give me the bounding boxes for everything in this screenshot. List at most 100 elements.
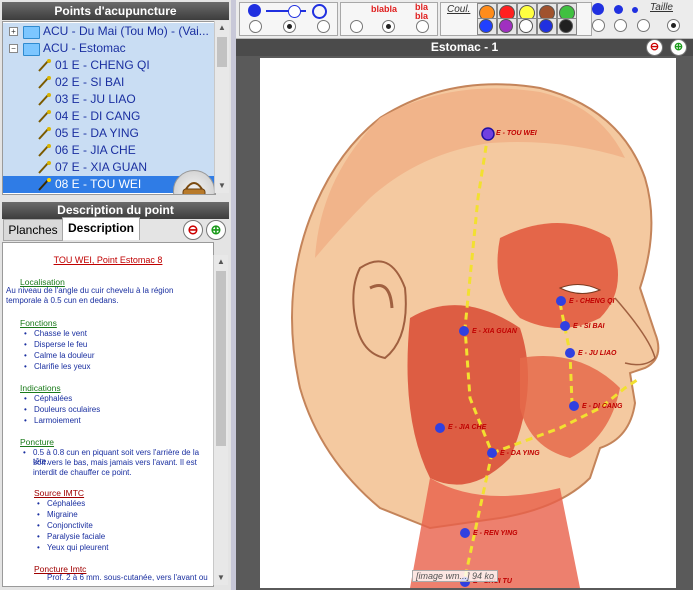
- tree-scrollbar[interactable]: ▲ ▼: [214, 21, 229, 193]
- tree-group-du-mai[interactable]: + ACU - Du Mai (Tou Mo) - (Vai...: [3, 23, 215, 40]
- point-style-filled[interactable]: [248, 4, 261, 17]
- point-label-ren-ying[interactable]: E - REN YING: [473, 530, 518, 537]
- left-panel: Points d'acupuncture + ACU - Du Mai (Tou…: [0, 0, 231, 590]
- localisation-text-1: Au niveau de l'angle du cuir chevelu à l…: [6, 286, 174, 295]
- acupuncture-tree[interactable]: + ACU - Du Mai (Tou Mo) - (Vai... − ACU …: [2, 21, 216, 195]
- anatomy-canvas[interactable]: E - TOU WEI E - XIA GUAN E - CHENG QI E …: [260, 58, 676, 588]
- text-sample-small: blabla: [371, 4, 398, 14]
- tree-item-label: 06 E - JIA CHE: [55, 143, 136, 157]
- color-group: Coul.: [440, 2, 592, 36]
- point-label-tou-wei[interactable]: E - TOU WEI: [496, 130, 537, 137]
- folder-open-icon: [23, 43, 40, 56]
- size-dot-medium[interactable]: [614, 5, 623, 14]
- needle-icon: [38, 178, 51, 191]
- tree-item-point-03[interactable]: 03 E - JU LIAO: [3, 91, 215, 108]
- scroll-up-icon[interactable]: ▲: [215, 21, 229, 35]
- swatch-box-6[interactable]: [477, 18, 497, 35]
- tree-item-point-06[interactable]: 06 E - JIA CHE: [3, 142, 215, 159]
- size-label: Taille: [650, 2, 673, 13]
- indications-title: Indications: [20, 383, 61, 393]
- drawing-toolbar: blabla bla bla Coul. Taille: [236, 0, 693, 39]
- text-radio-1[interactable]: [350, 20, 363, 33]
- tree-item-point-05[interactable]: 05 E - DA YING: [3, 125, 215, 142]
- needle-icon: [38, 161, 51, 174]
- point-style-ring[interactable]: [288, 5, 301, 18]
- view-zoom-in-button[interactable]: ⊕: [670, 39, 687, 56]
- scroll-down-icon[interactable]: ▼: [214, 571, 228, 585]
- swatch-box-9[interactable]: [537, 18, 557, 35]
- needle-icon: [38, 59, 51, 72]
- fonctions-title: Fonctions: [20, 318, 57, 328]
- source-item: Yeux qui pleurent: [37, 543, 108, 552]
- needle-icon: [38, 76, 51, 89]
- size-radio-4[interactable]: [667, 19, 680, 32]
- zoom-in-button[interactable]: ⊕: [206, 220, 226, 240]
- point-label-di-cang[interactable]: E - DI CANG: [582, 403, 622, 410]
- point-label-xia-guan[interactable]: E - XIA GUAN: [472, 328, 517, 335]
- tab-description[interactable]: Description: [62, 217, 140, 240]
- text-radio-2[interactable]: [382, 20, 395, 33]
- color-swatch-purple[interactable]: [499, 19, 513, 33]
- fonction-item: Clarifie les yeux: [24, 362, 91, 371]
- point-style-circle[interactable]: [312, 4, 327, 19]
- color-swatch-dark-blue[interactable]: [539, 19, 553, 33]
- source-item: Céphalées: [37, 499, 85, 508]
- tree-item-label: 01 E - CHENG QI: [55, 58, 150, 72]
- swatch-box-7[interactable]: [497, 18, 517, 35]
- tree-item-label: 07 E - XIA GUAN: [55, 160, 148, 174]
- style-radio-1[interactable]: [249, 20, 262, 33]
- head-muscle-illustration: [291, 83, 660, 588]
- point-label-cheng-qi[interactable]: E - CHENG QI: [569, 298, 615, 305]
- size-dot-large[interactable]: [592, 3, 604, 15]
- view-zoom-out-button[interactable]: ⊖: [646, 39, 663, 56]
- indication-item: Douleurs oculaires: [24, 405, 100, 414]
- size-dot-small[interactable]: [632, 7, 638, 13]
- scroll-thumb[interactable]: [216, 271, 226, 446]
- tab-planches[interactable]: Planches: [3, 219, 63, 241]
- text-radio-3[interactable]: [416, 20, 429, 33]
- poncture-text-2: soit vers le bas, mais jamais vers l'ava…: [33, 458, 197, 467]
- right-panel: blabla bla bla Coul. Taille Estomac - 1 …: [236, 0, 693, 590]
- color-swatch-black[interactable]: [559, 19, 573, 33]
- style-group: [239, 2, 338, 36]
- point-label-si-bai[interactable]: E - SI BAI: [573, 323, 605, 330]
- point-label-jia-che[interactable]: E - JIA CHE: [448, 424, 486, 431]
- poncture-imtc-text: Prof. 2 à 6 mm. sous-cutanée, vers l'ava…: [47, 573, 208, 582]
- point-label-da-ying[interactable]: E - DA YING: [500, 450, 540, 457]
- style-radio-3[interactable]: [317, 20, 330, 33]
- scroll-down-icon[interactable]: ▼: [215, 179, 229, 193]
- tree-item-point-04[interactable]: 04 E - DI CANG: [3, 108, 215, 125]
- size-radio-3[interactable]: [637, 19, 650, 32]
- text-style-group: blabla bla bla: [340, 2, 438, 36]
- indication-item: Céphalées: [24, 394, 72, 403]
- zoom-out-button[interactable]: ⊖: [183, 220, 203, 240]
- fonction-item: Chasse le vent: [24, 329, 87, 338]
- color-swatch-white[interactable]: [519, 19, 533, 33]
- description-scrollbar[interactable]: ▲ ▼: [213, 255, 228, 585]
- style-radio-2[interactable]: [283, 20, 296, 33]
- needle-icon: [38, 93, 51, 106]
- folder-icon: [23, 26, 40, 39]
- size-radio-1[interactable]: [592, 19, 605, 32]
- tree-item-point-01[interactable]: 01 E - CHENG QI: [3, 57, 215, 74]
- scroll-thumb[interactable]: [217, 37, 227, 67]
- basket-icon[interactable]: [173, 170, 215, 194]
- tree-group-estomac[interactable]: − ACU - Estomac: [3, 40, 215, 57]
- swatch-box-8[interactable]: [517, 18, 537, 35]
- localisation-text-2: temporale à 0.5 cun en dedans.: [6, 296, 119, 305]
- size-radio-2[interactable]: [614, 19, 627, 32]
- swatch-box-10[interactable]: [557, 18, 577, 35]
- needle-icon: [38, 127, 51, 140]
- expand-icon[interactable]: +: [9, 27, 18, 36]
- tree-item-point-02[interactable]: 02 E - SI BAI: [3, 74, 215, 91]
- indication-item: Larmoiement: [24, 416, 81, 425]
- point-heading: TOU WEI, Point Estomac 8: [53, 255, 163, 265]
- scroll-up-icon[interactable]: ▲: [214, 255, 228, 269]
- poncture-title: Poncture: [20, 437, 55, 447]
- point-label-ju-liao[interactable]: E - JU LIAO: [578, 350, 617, 357]
- image-caption: [image wm...] 94 ko: [412, 570, 499, 582]
- collapse-icon[interactable]: −: [9, 44, 18, 53]
- source-item: Migraine: [37, 510, 78, 519]
- color-swatch-blue[interactable]: [479, 19, 493, 33]
- source-item: Conjonctivite: [37, 521, 93, 530]
